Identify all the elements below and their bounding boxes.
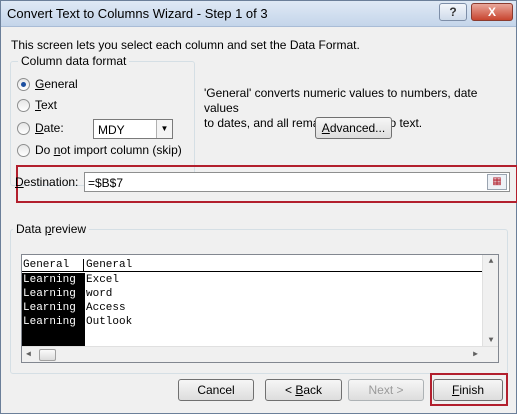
- radio-skip[interactable]: Do not import column (skip): [17, 142, 182, 158]
- preview-column-header[interactable]: General: [84, 259, 132, 271]
- date-format-value: MDY: [98, 123, 125, 137]
- column-data-format-legend: Column data format: [18, 54, 130, 68]
- preview-row: Learning Excel: [22, 274, 119, 288]
- preview-header-row: General General: [22, 259, 482, 272]
- radio-general[interactable]: General: [17, 76, 78, 92]
- preview-cell: word: [86, 288, 113, 300]
- advanced-button[interactable]: Advanced...: [315, 117, 392, 139]
- close-button[interactable]: X: [471, 3, 513, 21]
- destination-value: =$B$7: [88, 176, 124, 190]
- scroll-right-icon[interactable]: ▶: [473, 349, 478, 359]
- horizontal-scrollbar[interactable]: ◀ ▶: [22, 346, 498, 362]
- format-description-line1: 'General' converts numeric values to num…: [204, 86, 478, 115]
- title-bar[interactable]: Convert Text to Columns Wizard - Step 1 …: [1, 1, 516, 27]
- collapse-dialog-icon[interactable]: ▦: [487, 174, 507, 190]
- scroll-down-icon[interactable]: ▼: [483, 336, 498, 345]
- radio-general-label: General: [35, 77, 78, 91]
- radio-skip-label: Do not import column (skip): [35, 143, 182, 157]
- cancel-button[interactable]: Cancel: [178, 379, 254, 401]
- radio-unchecked-icon[interactable]: [17, 121, 30, 135]
- destination-label: Destination:: [15, 175, 79, 189]
- preview-cell: Learning: [23, 316, 76, 328]
- preview-cell: Learning: [23, 274, 76, 286]
- destination-input[interactable]: =$B$7 ▦: [84, 172, 510, 192]
- radio-text-label: Text: [35, 98, 58, 112]
- data-preview-grid[interactable]: General General Learning Excel Learning …: [21, 254, 499, 363]
- window-title: Convert Text to Columns Wizard - Step 1 …: [7, 6, 268, 21]
- back-button[interactable]: < Back: [265, 379, 342, 401]
- preview-row: Learning Access: [22, 302, 126, 316]
- help-button[interactable]: ?: [439, 3, 467, 21]
- preview-cell: Learning: [23, 288, 76, 300]
- preview-cell: Outlook: [86, 316, 133, 328]
- dialog-body: This screen lets you select each column …: [4, 28, 517, 411]
- preview-row: Learning Outlook: [22, 316, 132, 330]
- next-button[interactable]: Next >: [348, 379, 424, 401]
- scroll-up-icon[interactable]: ▲: [483, 257, 498, 266]
- scrollbar-thumb[interactable]: [39, 349, 56, 361]
- chevron-down-icon[interactable]: ▼: [156, 120, 172, 138]
- preview-cell: Access: [86, 302, 126, 314]
- wizard-window: Convert Text to Columns Wizard - Step 1 …: [0, 0, 517, 414]
- radio-unchecked-icon[interactable]: [17, 98, 30, 112]
- finish-button[interactable]: Finish: [433, 379, 503, 401]
- preview-cell: Excel: [86, 274, 120, 286]
- radio-date-label: Date:: [35, 121, 64, 135]
- preview-cell: Learning: [23, 302, 76, 314]
- radio-text[interactable]: Text: [17, 97, 57, 113]
- radio-date[interactable]: Date:: [17, 120, 64, 136]
- data-preview-legend: Data preview: [13, 222, 90, 236]
- scroll-left-icon[interactable]: ◀: [26, 349, 31, 359]
- preview-row: Learning word: [22, 288, 112, 302]
- radio-unchecked-icon[interactable]: [17, 143, 30, 157]
- date-format-dropdown[interactable]: MDY ▼: [93, 119, 173, 139]
- vertical-scrollbar[interactable]: ▲ ▼: [482, 255, 498, 347]
- preview-column-header[interactable]: General: [22, 259, 84, 271]
- radio-checked-icon[interactable]: [17, 77, 30, 91]
- intro-text: This screen lets you select each column …: [11, 38, 360, 52]
